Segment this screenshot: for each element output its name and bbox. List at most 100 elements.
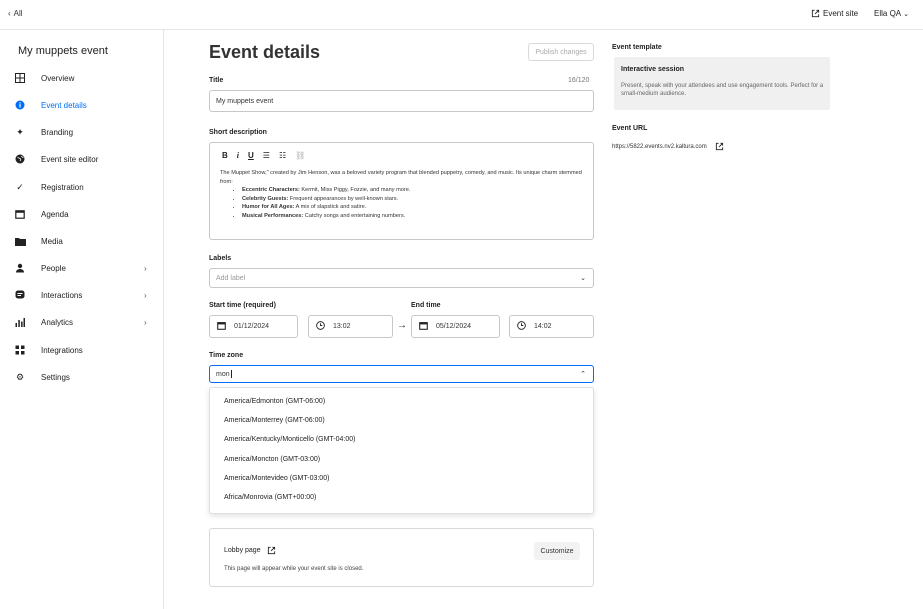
bar-chart-icon — [14, 316, 26, 328]
customize-button[interactable]: Customize — [534, 542, 580, 560]
list-item: Eccentric Characters: Kermit, Miss Piggy… — [242, 186, 588, 195]
sidebar-item-interactions[interactable]: Interactions › — [0, 285, 164, 305]
lobby-description: This page will appear while your event s… — [224, 566, 364, 572]
start-time-value: 13:02 — [333, 323, 351, 330]
check-icon: ✓ — [16, 181, 24, 192]
chevron-right-icon: › — [144, 317, 147, 327]
end-time-value: 14:02 — [534, 323, 552, 330]
arrow-right-icon: → — [397, 320, 407, 331]
time-zone-option[interactable]: Africa/Monrovia (GMT+00:00) — [224, 494, 316, 501]
user-menu[interactable]: Ella QA ⌄ — [874, 9, 909, 18]
list-item: Celebrity Guests: Frequent appearances b… — [242, 195, 588, 204]
event-url-label: Event URL — [612, 125, 648, 132]
sidebar-item-media[interactable]: Media — [0, 231, 164, 251]
description-text: The Muppet Show," created by Jim Henson,… — [220, 169, 588, 220]
sidebar-item-label: People — [41, 263, 66, 273]
chevron-right-icon: › — [144, 290, 147, 300]
time-zone-option[interactable]: America/Monterrey (GMT-06:00) — [224, 417, 325, 424]
event-template-label: Event template — [612, 44, 662, 51]
sidebar-item-branding[interactable]: ✦ Branding — [0, 122, 164, 142]
time-zone-input[interactable]: mon ⌃ — [209, 365, 594, 383]
sidebar-item-label: Overview — [41, 73, 75, 83]
info-icon — [14, 99, 26, 111]
title-value: My muppets event — [216, 97, 274, 105]
template-name: Interactive session — [621, 66, 685, 73]
external-link-icon — [811, 9, 820, 18]
start-date-input[interactable]: 01/12/2024 — [209, 315, 298, 338]
sidebar-item-overview[interactable]: Overview — [0, 68, 164, 88]
time-zone-dropdown: America/Edmonton (GMT-06:00) America/Mon… — [209, 387, 594, 514]
underline-icon[interactable]: U — [248, 151, 254, 160]
short-description-label: Short description — [209, 129, 267, 136]
back-link[interactable]: ‹ All — [8, 9, 23, 18]
start-time-input[interactable]: 13:02 — [308, 315, 393, 338]
sidebar-item-event-details[interactable]: Event details — [0, 95, 164, 115]
integrations-icon — [14, 344, 26, 356]
title-counter: 16/120 — [568, 77, 590, 84]
time-zone-label: Time zone — [209, 352, 244, 359]
publish-changes-button[interactable]: Publish changes — [528, 43, 594, 61]
event-url-value: https://5822.events.nv2.kaltura.com — [612, 143, 707, 150]
sidebar-item-settings[interactable]: ⚙ Settings — [0, 367, 164, 387]
lobby-title-text: Lobby page — [224, 547, 261, 554]
user-name: Ella QA — [874, 9, 902, 18]
sidebar-item-label: Analytics — [41, 317, 74, 327]
sidebar-item-analytics[interactable]: Analytics › — [0, 312, 164, 332]
sidebar-item-label: Event site editor — [41, 154, 99, 164]
description-editor[interactable]: B i U ☰ ☷ ⛓ The Muppet Show," created by… — [209, 142, 594, 240]
labels-select[interactable]: Add label ⌄ — [209, 268, 594, 288]
end-time-input[interactable]: 14:02 — [509, 315, 594, 338]
time-zone-value: mon — [216, 370, 230, 378]
sidebar-item-registration[interactable]: ✓ Registration — [0, 177, 164, 197]
sidebar-item-agenda[interactable]: Agenda — [0, 204, 164, 224]
grid-icon — [14, 72, 26, 84]
labels-placeholder: Add label — [216, 274, 246, 282]
chevron-down-icon: ⌄ — [903, 11, 909, 18]
event-site-link[interactable]: Event site — [811, 9, 858, 18]
list-item: Musical Performances: Catchy songs and e… — [242, 212, 588, 221]
sidebar-item-event-site-editor[interactable]: Event site editor — [0, 149, 164, 169]
template-description: Present, speak with your attendees and u… — [621, 83, 824, 97]
start-date-value: 01/12/2024 — [234, 323, 270, 330]
editor-toolbar: B i U ☰ ☷ ⛓ — [222, 151, 305, 160]
list-item: Humor for All Ages: A mix of slapstick a… — [242, 203, 588, 212]
numbered-list-icon[interactable]: ☷ — [279, 151, 286, 160]
external-link-icon[interactable] — [715, 142, 724, 151]
time-zone-option[interactable]: America/Edmonton (GMT-06:00) — [224, 398, 325, 405]
sidebar-item-label: Agenda — [41, 209, 69, 219]
person-icon — [14, 262, 26, 274]
external-link-icon[interactable] — [267, 546, 276, 555]
chevron-right-icon: › — [144, 263, 147, 273]
italic-icon[interactable]: i — [237, 151, 239, 160]
top-bar: ‹ All Event site Ella QA ⌄ — [0, 0, 923, 30]
title-label: Title — [209, 77, 224, 84]
sidebar-item-label: Branding — [41, 127, 74, 137]
bullet-list-icon[interactable]: ☰ — [263, 151, 270, 160]
time-zone-option[interactable]: America/Moncton (GMT-03:00) — [224, 456, 320, 463]
sidebar: My muppets event Overview Event details … — [0, 30, 164, 609]
time-zone-option[interactable]: America/Kentucky/Monticello (GMT-04:00) — [224, 436, 356, 443]
globe-icon — [14, 153, 26, 165]
time-zone-option[interactable]: America/Montevideo (GMT-03:00) — [224, 475, 329, 482]
calendar-icon — [419, 321, 428, 332]
calendar-icon — [14, 208, 26, 220]
sidebar-item-integrations[interactable]: Integrations — [0, 340, 164, 360]
event-name: My muppets event — [18, 45, 108, 57]
end-date-input[interactable]: 05/12/2024 — [411, 315, 500, 338]
clock-icon — [517, 321, 526, 332]
lobby-title: Lobby page — [224, 546, 276, 555]
page-title: Event details — [209, 42, 321, 62]
link-icon[interactable]: ⛓ — [295, 151, 305, 160]
bold-icon[interactable]: B — [222, 151, 228, 160]
sidebar-item-label: Interactions — [41, 290, 83, 300]
chat-icon — [14, 289, 26, 301]
text-cursor — [230, 370, 232, 378]
chevron-down-icon: ⌄ — [580, 275, 586, 282]
sidebar-item-label: Integrations — [41, 345, 83, 355]
end-date-value: 05/12/2024 — [436, 323, 472, 330]
calendar-icon — [217, 321, 226, 332]
title-field[interactable]: My muppets event — [209, 90, 594, 112]
sidebar-item-people[interactable]: People › — [0, 258, 164, 278]
end-time-label: End time — [411, 302, 441, 309]
clock-icon — [316, 321, 325, 332]
